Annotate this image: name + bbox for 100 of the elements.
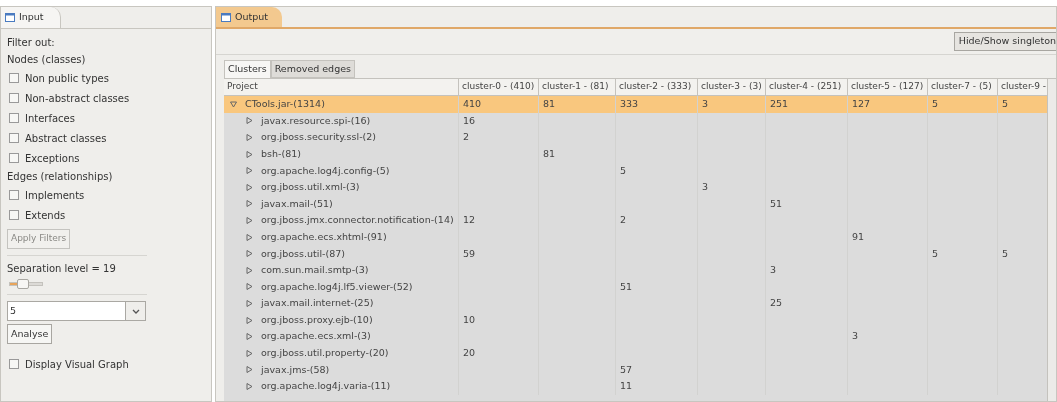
collapsed-triangle-icon[interactable] (246, 150, 253, 158)
project-name: org.jboss.util-(87) (261, 246, 345, 261)
analyse-button[interactable]: Analyse (7, 324, 53, 344)
table-cell: 2 (463, 130, 470, 145)
checkbox-label: Abstract classes (25, 131, 107, 146)
table-cell: 127 (852, 97, 871, 112)
view-tab[interactable]: Input (1, 7, 61, 28)
checkbox-label: Non public types (25, 71, 109, 86)
table-cell: 410 (463, 97, 482, 112)
window-icon (5, 13, 15, 22)
collapsed-triangle-icon[interactable] (246, 117, 253, 125)
table-cell: 51 (620, 279, 633, 294)
collapsed-triangle-icon[interactable] (246, 382, 253, 390)
project-name: org.jboss.security.ssl-(2) (261, 130, 377, 145)
chevron-down-icon (131, 308, 140, 314)
project-name: javax.mail.internet-(25) (261, 296, 374, 311)
project-name: org.jboss.proxy.ejb-(10) (261, 312, 373, 327)
hide-show-singleton-button[interactable]: Hide/Show singleton (953, 32, 1056, 51)
tab[interactable]: Removed edges (270, 60, 355, 78)
checkbox-label: Implements (25, 188, 85, 203)
checkbox-label: Interfaces (25, 111, 75, 126)
checkbox[interactable] (9, 210, 19, 220)
tab[interactable]: Clusters (224, 60, 271, 78)
collapsed-triangle-icon[interactable] (246, 233, 253, 241)
table-cell-text: 91 (852, 229, 865, 244)
table-cell: 25 (770, 296, 783, 311)
table-cell: 11 (620, 379, 633, 394)
collapsed-triangle-icon[interactable] (246, 250, 253, 258)
checkbox[interactable] (9, 133, 19, 143)
table-cell: 5 (620, 163, 627, 178)
table-cell: 3 (770, 263, 777, 278)
table-cell: 5 (1002, 246, 1009, 261)
table-cell: 12 (463, 213, 476, 228)
collapsed-triangle-icon[interactable] (246, 216, 253, 224)
table-cell: 81 (543, 97, 556, 112)
checkbox[interactable] (9, 190, 19, 200)
view-tab[interactable]: Output (216, 7, 282, 27)
table-cell: 3 (852, 329, 859, 344)
collapsed-triangle-icon[interactable] (246, 299, 253, 307)
checkbox[interactable] (9, 113, 19, 123)
table-cell: 3 (702, 97, 709, 112)
project-name: org.apache.log4j.config-(5) (261, 163, 390, 178)
table-cell: 5 (1002, 97, 1009, 112)
collapsed-triangle-icon[interactable] (246, 316, 253, 324)
column-header[interactable]: Project (224, 79, 458, 95)
project-name: javax.resource.spi-(16) (261, 113, 371, 128)
table-cell: 333 (620, 97, 639, 112)
collapsed-triangle-icon[interactable] (246, 366, 253, 374)
project-name: CTools.jar-(1314) (245, 97, 325, 112)
column-header[interactable]: cluster-7 - (5) (927, 79, 997, 95)
table-row[interactable]: CTools.jar-(1314) 410 81 333 3 251 127 5 5 (224, 96, 1047, 113)
expanded-triangle-icon[interactable] (230, 100, 237, 108)
slider-thumb[interactable] (16, 279, 29, 289)
column-header[interactable]: cluster-0 - (410) (458, 79, 538, 95)
collapsed-triangle-icon[interactable] (246, 349, 253, 357)
table-cell: 3 (702, 180, 709, 195)
slider-track[interactable] (9, 282, 43, 286)
table-cell: 57 (620, 362, 633, 377)
checkbox-label: Extends (25, 208, 66, 223)
checkbox[interactable] (9, 359, 19, 369)
table-cell: 51 (770, 196, 783, 211)
collapsed-triangle-icon[interactable] (246, 266, 253, 274)
group-heading: Edges (relationships) (7, 170, 114, 184)
project-name: javax.jms-(58) (261, 362, 330, 377)
table-cell-text: 81 (543, 146, 556, 161)
collapsed-triangle-icon[interactable] (246, 333, 253, 341)
table-cell: 251 (770, 97, 789, 112)
collapsed-triangle-icon[interactable] (246, 283, 253, 291)
collapsed-triangle-icon[interactable] (246, 183, 253, 191)
table-cell: 5 (932, 246, 939, 261)
collapsed-triangle-icon[interactable] (246, 167, 253, 175)
group-heading: Nodes (classes) (7, 53, 87, 67)
column-header[interactable]: cluster-5 - (127) (847, 79, 927, 95)
project-name: org.jboss.jmx.connector.notification-(14) (261, 213, 454, 228)
collapsed-triangle-icon[interactable] (246, 134, 253, 141)
column-header[interactable]: cluster-4 - (251) (765, 79, 847, 95)
collapsed-triangle-icon[interactable] (246, 200, 253, 208)
combo-box[interactable]: 5 (7, 301, 146, 321)
project-name: javax.mail-(51) (261, 196, 333, 211)
checkbox[interactable] (9, 93, 19, 103)
checkbox[interactable] (9, 153, 19, 163)
checkbox-label: Non-abstract classes (25, 91, 130, 106)
table-cell: 59 (463, 246, 476, 261)
project-name: com.sun.mail.smtp-(3) (261, 263, 369, 278)
table-cell: 20 (463, 346, 476, 361)
filter-heading: Filter out: (7, 36, 56, 50)
column-header[interactable]: cluster-3 - (3) (697, 79, 765, 95)
window-icon (221, 12, 231, 22)
project-name: org.apache.ecs.xhtml-(91) (261, 229, 387, 244)
column-header[interactable]: cluster-1 - (81) (538, 79, 615, 95)
project-name: org.apache.log4j.lf5.viewer-(52) (261, 279, 413, 294)
project-name: org.apache.ecs.xml-(3) (261, 329, 371, 344)
column-header[interactable]: cluster-2 - (333) (615, 79, 697, 95)
checkbox[interactable] (9, 73, 19, 83)
checkbox-label: Exceptions (25, 151, 80, 166)
table-cell-text: 10 (463, 312, 476, 327)
project-name: bsh-(81) (261, 146, 301, 161)
separation-label: Separation level = 19 (7, 262, 117, 276)
project-name: org.jboss.util.property-(20) (261, 346, 389, 361)
table-cell: 5 (932, 97, 939, 112)
